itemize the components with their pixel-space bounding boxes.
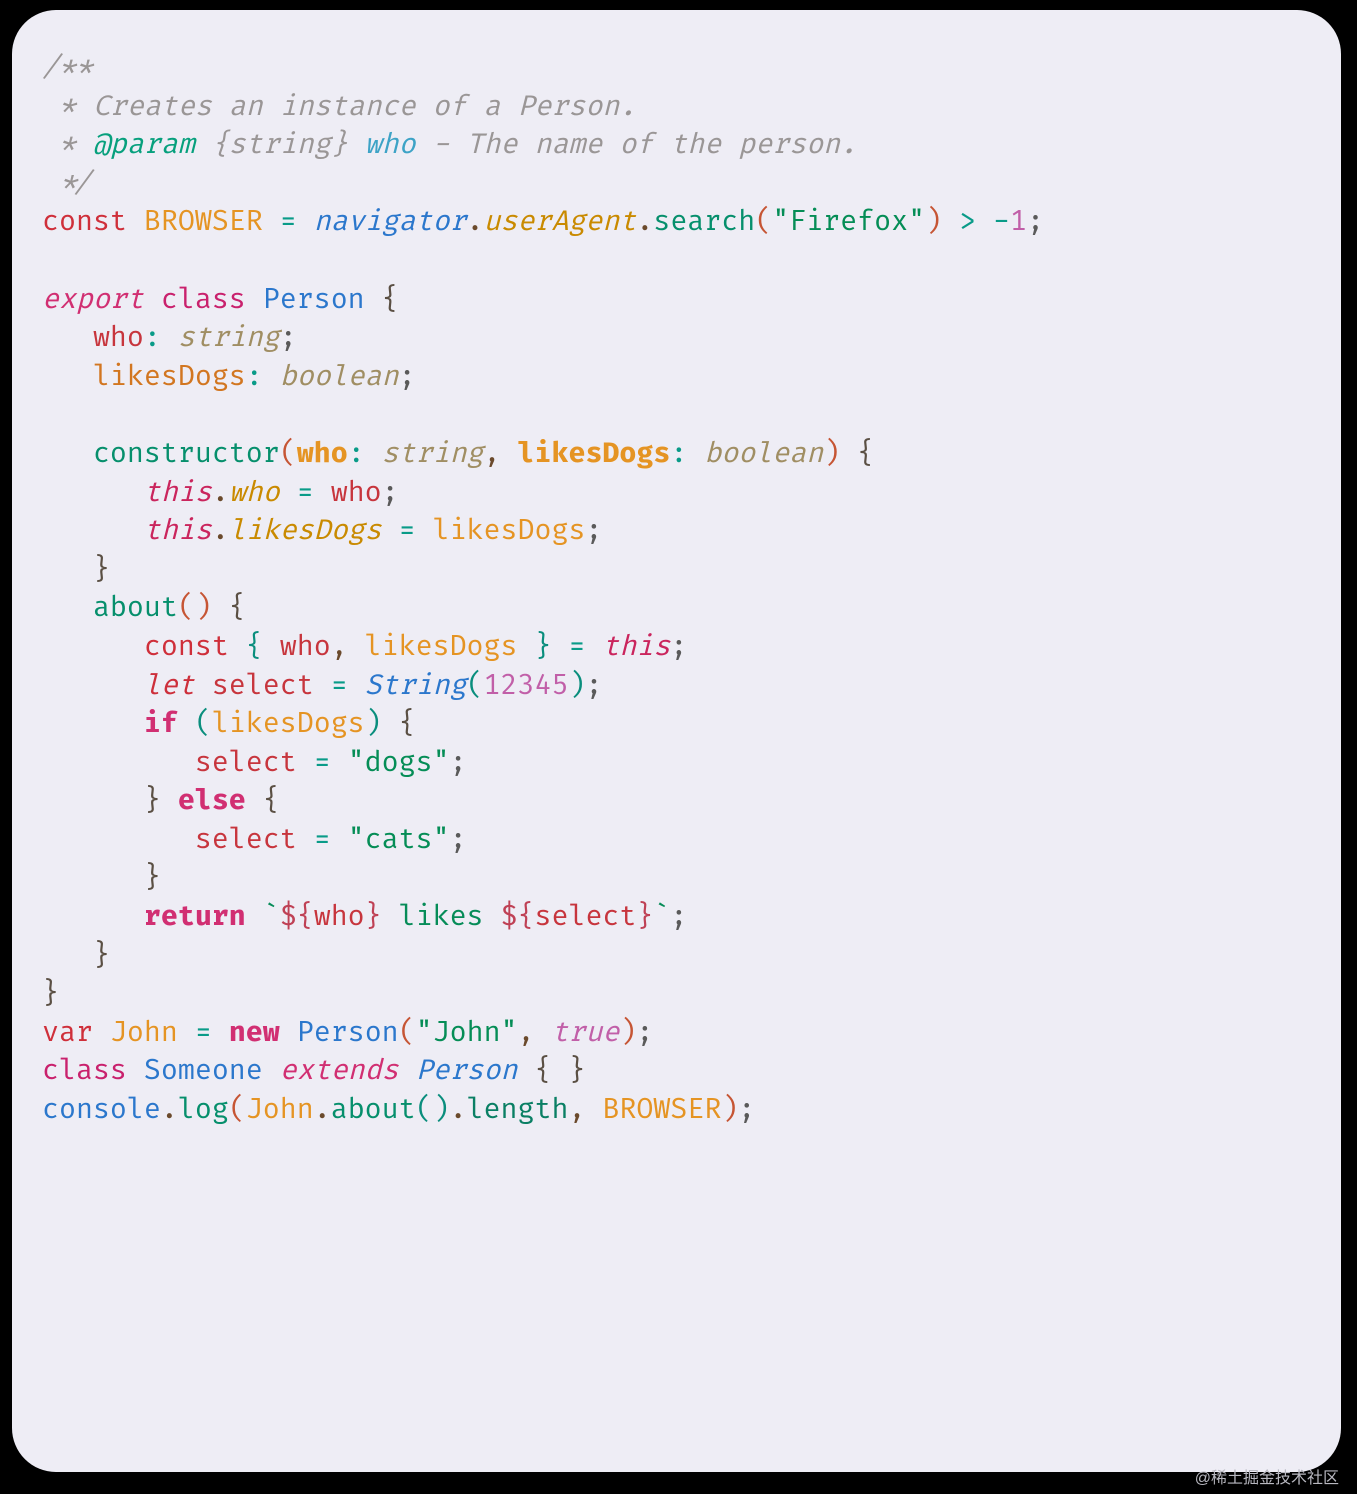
code-line: if (likesDogs) { (42, 708, 416, 741)
constructor: constructor (93, 438, 280, 471)
keyword-export: export (42, 284, 161, 317)
code-line: this.likesDogs = likesDogs; (42, 515, 602, 548)
code-line: return `${who} likes ${select}`; (42, 901, 687, 934)
jsdoc-tag: @param (93, 129, 195, 162)
code-line: } (42, 940, 110, 973)
identifier: BROWSER (144, 206, 263, 239)
code-line: } (42, 554, 110, 587)
code-line: class Someone extends Person { } (42, 1055, 585, 1088)
code-line (42, 245, 59, 278)
code-line: select = "cats"; (42, 824, 467, 857)
code-line: } (42, 862, 161, 895)
code-line: /** (42, 52, 93, 85)
code-line: who: string; (42, 322, 297, 355)
code-line: export class Person { (42, 284, 399, 317)
code-line: } (42, 978, 59, 1011)
code-line: } else { (42, 785, 280, 818)
code-line: about() { (42, 592, 246, 625)
keyword-const: const (42, 206, 144, 239)
code-card: /** * Creates an instance of a Person. *… (12, 10, 1341, 1472)
code-line: * Creates an instance of a Person. (42, 91, 636, 124)
code-line: */ (42, 168, 93, 201)
code-line: constructor(who: string, likesDogs: bool… (42, 438, 874, 471)
watermark: @稀土掘金技术社区 (1195, 1464, 1339, 1488)
code-line: console.log(John.about().length, BROWSER… (42, 1094, 755, 1127)
code-line: var John = new Person("John", true); (42, 1017, 653, 1050)
code-line: likesDogs: boolean; (42, 361, 416, 394)
code-line: * @param {string} who - The name of the … (42, 129, 857, 162)
code-line: this.who = who; (42, 477, 399, 510)
code-line: select = "dogs"; (42, 747, 467, 780)
code-line (42, 399, 59, 432)
comment: /** (42, 52, 93, 85)
code-line: const BROWSER = navigator.userAgent.sear… (42, 206, 1044, 239)
code-line: let select = String(12345); (42, 670, 602, 703)
code-block: /** * Creates an instance of a Person. *… (42, 50, 1311, 1131)
comment: * Creates an instance of a Person. (42, 91, 636, 124)
code-line: const { who, likesDogs } = this; (42, 631, 687, 664)
